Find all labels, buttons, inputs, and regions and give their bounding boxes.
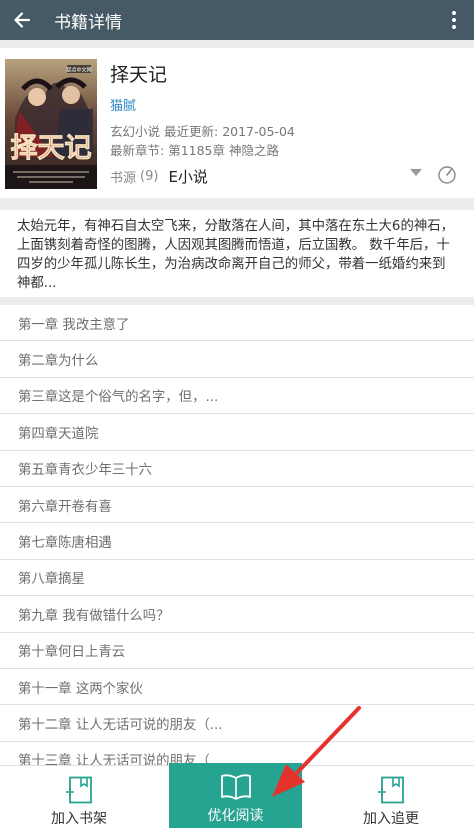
chapter-item[interactable]: 第十章何日上青云 <box>0 632 474 669</box>
book-category-line: 玄幻小说 最近更新: 2017-05-04 <box>110 121 295 140</box>
chapter-item[interactable]: 第七章陈唐相遇 <box>0 523 474 560</box>
divider-band <box>0 40 474 48</box>
more-menu-button[interactable] <box>434 0 474 40</box>
book-description[interactable]: 太始元年，有神石自太空飞来，分散落在人间，其中落在东土大6的神石，上面镌刻着奇怪… <box>0 210 474 297</box>
latest-label: 最新章节: <box>110 143 165 158</box>
add-to-shelf-label: 加入书架 <box>51 811 107 827</box>
top-app-bar: 书籍详情 <box>0 0 474 40</box>
chapter-item[interactable]: 第六章开卷有喜 <box>0 486 474 524</box>
bottom-action-bar: 加入书架 优化阅读 加入追更 <box>0 763 474 828</box>
chapter-item[interactable]: 第九章 我有做错什么吗？ <box>0 596 474 633</box>
chapter-item[interactable]: 第四章天道院 <box>0 414 474 451</box>
source-count: (9) <box>140 168 159 184</box>
book-author[interactable]: 猫腻 <box>110 95 136 114</box>
bookshelf-add-icon <box>66 776 92 804</box>
chapter-item[interactable]: 第八章摘星 <box>0 559 474 597</box>
chapter-item[interactable]: 第一章 我改主意了 <box>0 305 474 342</box>
latest-chapter-line[interactable]: 最新章节: 第1185章 神隐之路 <box>110 140 279 159</box>
chapter-item[interactable]: 第三章这是个俗气的名字，但，... <box>0 377 474 415</box>
source-label: 书源 <box>110 170 137 186</box>
chapter-item[interactable]: 第五章青衣少年三十六 <box>0 450 474 487</box>
book-info-card: 起点中文网 择天记 择天记 猫腻 玄幻小说 最近更新: 2017-05-04 最… <box>0 48 474 198</box>
book-category: 玄幻小说 <box>110 124 161 139</box>
add-follow-label: 加入追更 <box>363 811 419 827</box>
optimized-read-label: 优化阅读 <box>207 808 264 824</box>
optimized-read-button[interactable]: 优化阅读 <box>169 763 302 828</box>
updated-date: 2017-05-04 <box>222 124 295 139</box>
updated-label: 最近更新: <box>164 124 219 139</box>
book-cover[interactable]: 起点中文网 择天记 <box>5 59 97 189</box>
book-title: 择天记 <box>110 64 168 86</box>
back-button[interactable] <box>0 0 44 40</box>
chapter-item[interactable]: 第十二章 让人无话可说的朋友（... <box>0 705 474 742</box>
chapter-item[interactable]: 第二章为什么 <box>0 341 474 378</box>
cover-title: 择天记 <box>11 133 92 164</box>
speedometer-icon[interactable] <box>437 165 457 185</box>
latest-chapter: 第1185章 神隐之路 <box>168 143 279 158</box>
divider-band <box>0 297 474 305</box>
back-arrow-icon <box>14 12 31 28</box>
source-selector[interactable]: 书源 (9) E小说 <box>110 165 460 187</box>
open-book-icon <box>220 774 251 800</box>
chapter-list: 第一章 我改主意了 第二章为什么 第三章这是个俗气的名字，但，... 第四章天道… <box>0 305 474 779</box>
more-vertical-icon <box>452 11 456 29</box>
cover-badge: 起点中文网 <box>66 67 91 74</box>
source-name: E小说 <box>168 167 208 186</box>
follow-add-icon <box>378 776 404 804</box>
page-title: 书籍详情 <box>54 12 122 33</box>
dropdown-triangle-icon[interactable] <box>410 169 422 177</box>
divider-band <box>0 198 474 210</box>
add-to-shelf-button[interactable]: 加入书架 <box>20 766 138 828</box>
book-detail-screen: 书籍详情 起点中文网 择天记 择天记 猫腻 玄幻小说 最近更新: 2017-05… <box>0 0 474 828</box>
add-follow-button[interactable]: 加入追更 <box>332 766 450 828</box>
chapter-item[interactable]: 第十一章 这两个家伙 <box>0 668 474 706</box>
